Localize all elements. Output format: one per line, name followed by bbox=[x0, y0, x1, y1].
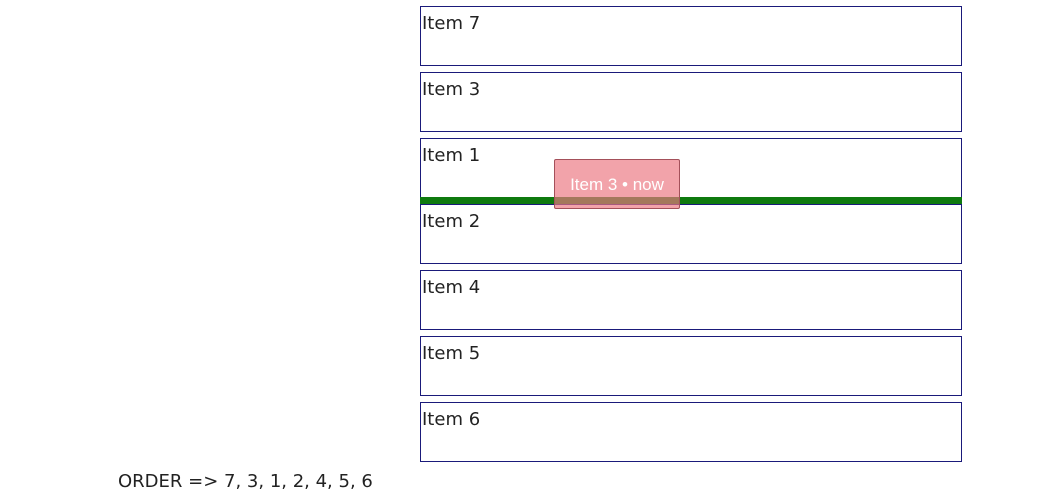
list-item-label: Item 2 bbox=[422, 211, 481, 232]
list-item-label: Item 3 bbox=[422, 79, 481, 100]
drag-ghost[interactable]: Item 3 • now bbox=[554, 159, 680, 209]
list-item-label: Item 5 bbox=[422, 343, 481, 364]
list-item[interactable]: Item 3 bbox=[420, 72, 962, 132]
drop-indicator bbox=[420, 197, 962, 204]
list-item-label: Item 1 bbox=[422, 145, 481, 166]
order-readout: ORDER => 7, 3, 1, 2, 4, 5, 6 bbox=[118, 471, 373, 492]
list-item-label: Item 7 bbox=[422, 13, 481, 34]
list-item[interactable]: Item 2 bbox=[420, 204, 962, 264]
drag-ghost-label: Item 3 • now bbox=[570, 175, 664, 194]
list-item[interactable]: Item 7 bbox=[420, 6, 962, 66]
list-item[interactable]: Item 4 bbox=[420, 270, 962, 330]
list-item-label: Item 6 bbox=[422, 409, 481, 430]
list-item[interactable]: Item 1 bbox=[420, 138, 962, 198]
list-item[interactable]: Item 6 bbox=[420, 402, 962, 462]
list-item[interactable]: Item 5 bbox=[420, 336, 962, 396]
list-item-label: Item 4 bbox=[422, 277, 481, 298]
